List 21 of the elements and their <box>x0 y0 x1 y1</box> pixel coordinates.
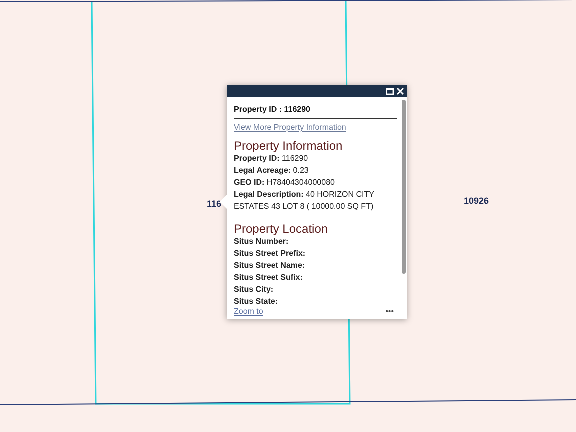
field-row-text: Situs Number: <box>234 236 290 248</box>
parcel-label: 116 <box>207 198 222 211</box>
field-row-text: Legal Description: 40 HORIZON CITY ESTATES 43 LOT 8 ( 10000.00 SQ FT) <box>234 189 376 213</box>
field-row-text: Situs Street Name: <box>234 260 306 272</box>
field-row-text: Situs Street Prefix: <box>234 248 307 260</box>
maximize-icon[interactable] <box>386 88 394 94</box>
field-row-text: Situs State: <box>234 296 280 308</box>
close-icon[interactable] <box>397 88 404 94</box>
view-more-link[interactable]: View More Property Information <box>234 122 397 134</box>
field-row-text: Situs City: <box>234 284 275 296</box>
field-row-text: Property ID: 116290 <box>234 153 310 165</box>
section-heading: Property Location <box>234 222 330 236</box>
section-heading: Property Information <box>234 139 344 153</box>
field-row-text: GEO ID: H78404304000080 <box>234 177 336 189</box>
field-row-text: Situs Street Sufix: <box>234 272 304 284</box>
zoom-to-link[interactable]: Zoom to <box>234 306 264 318</box>
parcel-label: 10926 <box>464 195 490 208</box>
more-menu[interactable]: ••• <box>386 306 397 318</box>
popup-title: Property ID : 116290 <box>234 104 397 119</box>
scrollbar[interactable] <box>402 100 406 274</box>
field-row-text: Legal Acreage: 0.23 <box>234 165 310 177</box>
